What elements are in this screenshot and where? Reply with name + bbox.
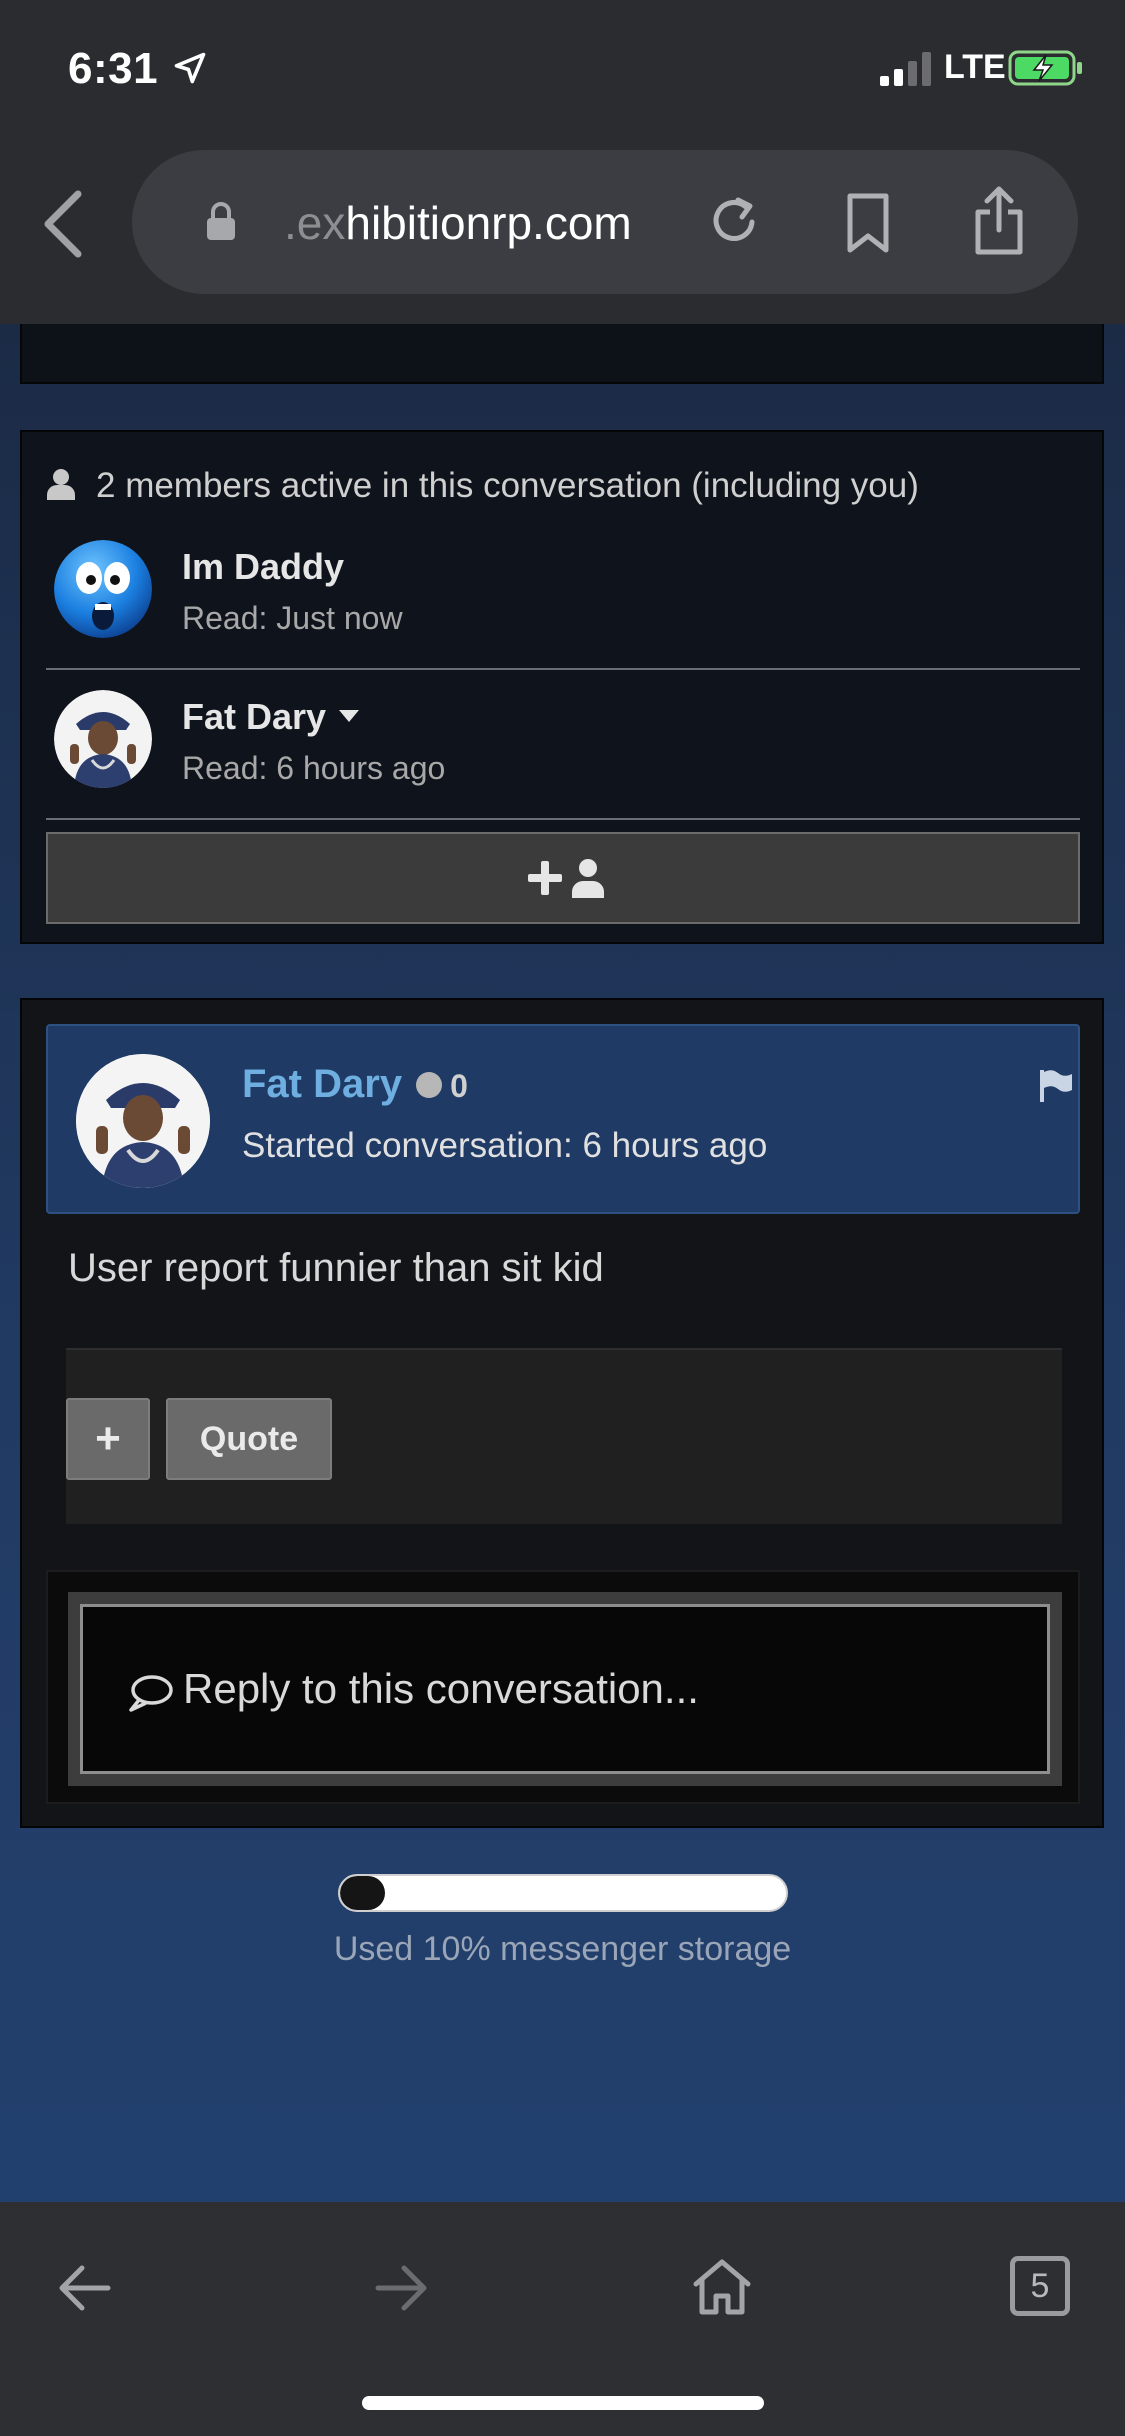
conversation-panel: Fat Dary 0 Started conversation: 6 hours … [20,998,1104,1828]
bookmark-icon[interactable] [844,192,892,254]
member-read-status: Read: 6 hours ago [182,750,446,786]
add-user-icon [528,859,604,898]
reply-area: Reply to this conversation... [46,1570,1080,1804]
reply-frame: Reply to this conversation... [68,1592,1062,1786]
location-arrow-icon [174,52,206,84]
members-heading-text: 2 members active in this conversation (i… [96,466,919,505]
person-photo-avatar-icon [76,1054,210,1188]
url-bar[interactable]: .exhibitionrp.com [132,150,1078,294]
flag-icon[interactable] [1038,1068,1074,1104]
caret-down-icon[interactable] [338,709,360,723]
react-plus-button[interactable]: + [66,1398,150,1480]
battery-charging-icon [1008,50,1082,86]
reply-placeholder: Reply to this conversation... [183,1665,699,1712]
url-faded-part: .ex [284,197,346,249]
message-header: Fat Dary 0 Started conversation: 6 hours … [46,1024,1080,1214]
back-arrow-icon[interactable] [56,2262,112,2314]
signal-icon [880,52,931,86]
url-domain: hibitionrp.com [345,197,632,249]
lock-icon [207,202,235,240]
shocked-emoji-avatar-icon [54,540,152,638]
url-text[interactable]: .exhibitionrp.com [284,196,632,250]
conversation-started-time: Started conversation: 6 hours ago [242,1126,768,1165]
back-chevron-icon[interactable] [40,190,84,258]
user-icon [47,469,75,500]
tabs-icon[interactable]: 5 [1010,2256,1070,2316]
quote-button[interactable]: Quote [166,1398,332,1480]
online-status-dot [416,1072,443,1098]
avatar[interactable] [54,690,152,788]
avatar[interactable] [54,540,152,638]
reload-icon[interactable] [706,192,764,250]
storage-label: Used 10% messenger storage [333,1930,792,1968]
member-row: Fat Dary Read: 6 hours ago [46,670,1080,820]
members-heading: 2 members active in this conversation (i… [46,466,919,506]
author-line: Fat Dary 0 [242,1062,468,1107]
author-name-link[interactable]: Fat Dary [242,1062,402,1106]
browser-top-chrome: 6:31 LTE .exhibitionrp.com [0,0,1125,324]
storage-progress-bar [338,1874,788,1912]
members-panel: 2 members active in this conversation (i… [20,430,1104,944]
person-photo-avatar-icon [54,690,152,788]
invite-member-button[interactable] [46,832,1080,924]
member-name[interactable]: Im Daddy [182,546,344,588]
storage-progress-fill [340,1876,385,1910]
member-name[interactable]: Fat Dary [182,696,360,738]
message-actions: + Quote [66,1348,1062,1524]
forward-arrow-icon[interactable] [374,2262,430,2314]
reply-input[interactable]: Reply to this conversation... [80,1604,1050,1774]
author-avatar[interactable] [76,1054,210,1188]
reaction-score: 0 [450,1068,468,1104]
message-body: User report funnier than sit kid [68,1246,604,1290]
home-indicator [362,2396,764,2410]
speech-bubble-icon [129,1675,173,1712]
member-row: Im Daddy Read: Just now [46,520,1080,670]
previous-panel [20,324,1104,384]
share-icon[interactable] [972,186,1026,256]
member-name-text: Fat Dary [182,696,327,737]
carrier-label: LTE [944,48,1006,86]
member-read-status: Read: Just now [182,600,403,636]
status-time: 6:31 [68,44,159,93]
home-icon[interactable] [692,2258,752,2316]
